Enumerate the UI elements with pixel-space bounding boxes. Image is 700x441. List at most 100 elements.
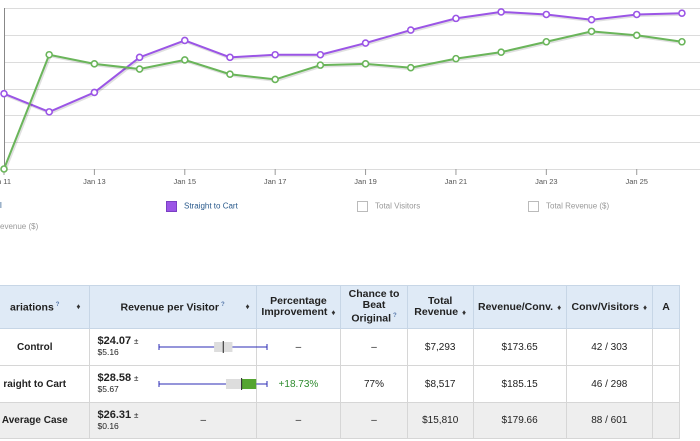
conv-visitors-cell: 46 / 298 bbox=[565, 365, 654, 403]
legend-item-total-visitors[interactable]: Total Visitors bbox=[357, 201, 420, 212]
revenue-conv-cell: $185.15 bbox=[472, 365, 567, 403]
data-point bbox=[542, 10, 551, 19]
x-tick-label: Jan 21 bbox=[445, 177, 468, 186]
col-percentage-improvement[interactable]: Percentage Improvement ♦ bbox=[255, 285, 342, 329]
ci-box-fill bbox=[241, 379, 256, 389]
legend-label-control: l bbox=[0, 201, 2, 210]
col-revenue-per-visitor-label: Revenue per Visitor bbox=[120, 301, 219, 314]
data-point bbox=[135, 53, 144, 62]
x-tick-label: Jan 17 bbox=[264, 177, 287, 186]
series-line bbox=[3, 10, 682, 113]
data-point bbox=[0, 89, 8, 98]
col-more-label: A bbox=[662, 300, 670, 313]
col-total-revenue-label-2: Revenue bbox=[414, 306, 459, 318]
data-point bbox=[406, 63, 415, 72]
data-point bbox=[452, 54, 460, 63]
x-tick-label: Jan 25 bbox=[625, 177, 648, 186]
rpv-dash: – bbox=[200, 415, 207, 426]
total-revenue-cell: $8,517 bbox=[406, 365, 474, 403]
data-point bbox=[45, 108, 53, 116]
confidence-interval-bar bbox=[158, 341, 268, 353]
legend-checkbox-total-visitors[interactable] bbox=[357, 201, 368, 212]
data-point bbox=[406, 26, 415, 34]
data-point bbox=[135, 65, 144, 73]
rpv-pm: ± bbox=[133, 411, 139, 420]
data-point bbox=[497, 48, 505, 56]
revenue-conv-cell: $179.66 bbox=[472, 402, 567, 439]
rpv-sd: $5.67 bbox=[97, 384, 119, 394]
chance-cell: – bbox=[340, 328, 408, 366]
sort-icon[interactable]: ♦ bbox=[462, 308, 466, 317]
table-row[interactable]: Control $24.07 ± $5.16 – – $7,293 $173.6… bbox=[0, 328, 680, 366]
data-point bbox=[361, 39, 370, 47]
legend-label-revenue: evenue ($) bbox=[0, 222, 39, 231]
conv-visitors-cell: 42 / 303 bbox=[565, 328, 654, 366]
confidence-interval-bar bbox=[158, 378, 268, 390]
table-row[interactable]: raight to Cart $28.58 ± $5.67 +18.73% 77… bbox=[0, 365, 680, 403]
data-point bbox=[90, 60, 99, 68]
total-revenue-cell: $7,293 bbox=[406, 328, 474, 366]
col-revenue-per-visitor[interactable]: Revenue per Visitor? ♦ bbox=[88, 285, 257, 329]
help-icon[interactable]: ? bbox=[221, 302, 225, 308]
data-point bbox=[180, 56, 189, 64]
sort-icon[interactable]: ♦ bbox=[76, 301, 80, 312]
rpv-sd: $5.16 bbox=[97, 347, 119, 357]
sort-icon[interactable]: ♦ bbox=[331, 308, 335, 317]
col-more[interactable]: A bbox=[652, 285, 680, 329]
col-conv-visitors-label: Conv/Visitors bbox=[571, 300, 640, 313]
data-point bbox=[316, 61, 325, 69]
legend-label-total-revenue: Total Revenue ($) bbox=[546, 201, 610, 211]
data-point bbox=[226, 53, 234, 62]
sort-icon[interactable]: ♦ bbox=[643, 303, 647, 312]
data-point bbox=[271, 75, 279, 84]
rpv-value: $28.58 bbox=[97, 372, 132, 384]
total-revenue-cell: $15,810 bbox=[406, 402, 474, 439]
variation-name[interactable]: raight to Cart bbox=[0, 365, 90, 403]
legend-item-straight-to-cart[interactable]: Straight to Cart bbox=[166, 201, 238, 212]
col-improvement-label-2: Improvement bbox=[261, 306, 328, 318]
data-point bbox=[542, 37, 551, 46]
table-row-average: Average Case $26.31 ± $0.16 – – – $15,81… bbox=[0, 402, 680, 439]
variation-name[interactable]: Control bbox=[0, 328, 90, 366]
x-tick-label: Jan 15 bbox=[174, 177, 197, 186]
help-icon[interactable]: ? bbox=[393, 313, 397, 319]
legend-item-revenue[interactable]: evenue ($) bbox=[0, 222, 38, 231]
col-chance-label-3: Original bbox=[351, 312, 391, 325]
revenue-conv-cell: $173.65 bbox=[472, 328, 567, 366]
rpv-value: $24.07 bbox=[97, 335, 132, 347]
col-conv-visitors[interactable]: Conv/Visitors ♦ bbox=[565, 285, 654, 329]
conv-visitors-cell: 88 / 601 bbox=[565, 402, 654, 439]
rpv-pm: ± bbox=[133, 337, 139, 346]
col-total-revenue[interactable]: Total Revenue ♦ bbox=[406, 285, 474, 329]
data-point bbox=[316, 50, 325, 59]
more-cell bbox=[652, 365, 680, 403]
data-point bbox=[678, 37, 686, 46]
rpv-cell: $24.07 ± $5.16 bbox=[88, 328, 268, 366]
data-point bbox=[632, 31, 641, 40]
series-line bbox=[3, 30, 683, 170]
col-variations[interactable]: ariations? ♦ bbox=[0, 285, 90, 329]
data-point bbox=[0, 165, 8, 173]
legend-swatch-straight-to-cart bbox=[166, 201, 177, 212]
col-revenue-conv[interactable]: Revenue/Conv. ♦ bbox=[472, 285, 567, 329]
data-point bbox=[587, 27, 596, 36]
x-tick-label: Jan 19 bbox=[354, 177, 377, 186]
sort-icon[interactable]: ♦ bbox=[246, 301, 250, 312]
col-chance-to-beat[interactable]: Chance to Beat Original? bbox=[340, 285, 408, 329]
chart-series bbox=[0, 8, 686, 173]
data-point bbox=[497, 8, 505, 16]
legend-item-control[interactable]: l bbox=[0, 201, 2, 210]
sort-icon[interactable]: ♦ bbox=[557, 303, 561, 312]
chance-cell: 77% bbox=[340, 365, 408, 403]
col-revenue-conv-label: Revenue/Conv. bbox=[478, 300, 554, 313]
average-case-name: Average Case bbox=[0, 402, 90, 439]
data-point bbox=[226, 70, 234, 79]
legend-item-total-revenue[interactable]: Total Revenue ($) bbox=[528, 201, 609, 212]
x-tick-label: Jan 23 bbox=[535, 177, 558, 186]
rpv-value: $26.31 bbox=[97, 409, 132, 421]
help-icon[interactable]: ? bbox=[56, 302, 60, 308]
legend-checkbox-total-revenue[interactable] bbox=[528, 201, 539, 212]
data-point bbox=[271, 50, 279, 59]
data-point bbox=[587, 15, 596, 24]
rpv-cell: $28.58 ± $5.67 bbox=[88, 365, 268, 403]
